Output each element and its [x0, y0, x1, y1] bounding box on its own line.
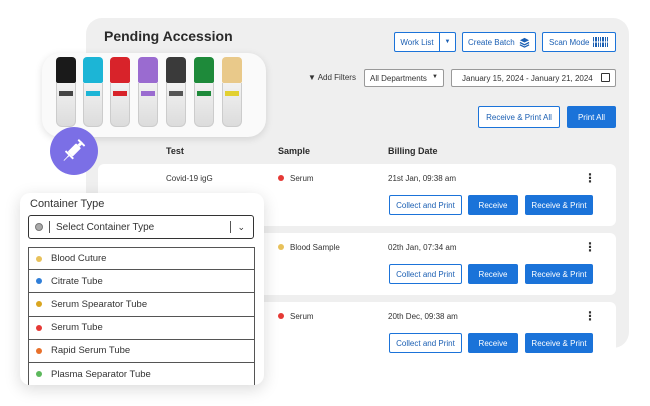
container-type-options: Blood Cuture Citrate Tube Serum Spearato… — [28, 247, 255, 385]
add-filters-label: Add Filters — [317, 73, 356, 82]
divider — [230, 221, 232, 233]
billing-date: 20th Dec, 09:38 am — [388, 312, 458, 321]
test-name: Covid-19 igG — [166, 174, 213, 183]
create-batch-label: Create Batch — [468, 37, 515, 47]
sample-color-dot — [278, 175, 284, 181]
create-batch-button[interactable]: Create Batch — [462, 32, 536, 52]
sample-color-dot — [278, 313, 284, 319]
container-type-card: Container Type Select Container Type ⌄ B… — [20, 193, 264, 385]
divider — [49, 221, 50, 233]
container-option-plasma-separator-tube[interactable]: Plasma Separator Tube — [28, 362, 255, 385]
billing-date: 21st Jan, 09:38 am — [388, 174, 457, 183]
collect-and-print-button[interactable]: Collect and Print — [389, 264, 462, 284]
layers-icon — [519, 37, 530, 48]
sample-label: Serum — [290, 174, 314, 183]
container-option-serum-tube[interactable]: Serum Tube — [28, 316, 255, 340]
option-label: Blood Cuture — [51, 253, 107, 265]
receive-print-button[interactable]: Receive & Print — [525, 264, 593, 284]
color-dot-icon — [36, 278, 42, 285]
receive-print-all-button[interactable]: Receive & Print All — [478, 106, 560, 128]
sample-type: Serum — [278, 312, 314, 321]
container-option-serum-separator-tube[interactable]: Serum Spearator Tube — [28, 293, 255, 317]
barcode-icon — [593, 37, 609, 47]
collect-and-print-button[interactable]: Collect and Print — [389, 333, 462, 353]
option-label: Serum Tube — [51, 322, 103, 334]
collect-and-print-button[interactable]: Collect and Print — [389, 195, 462, 215]
color-dot-icon — [36, 347, 42, 354]
container-option-citrate-tube[interactable]: Citrate Tube — [28, 270, 255, 294]
more-options-icon[interactable]: ⋮ — [584, 310, 596, 322]
syringe-icon — [50, 127, 98, 175]
color-dot-icon — [36, 255, 42, 262]
option-label: Serum Spearator Tube — [51, 298, 148, 310]
sample-color-dot — [278, 244, 284, 250]
color-dot-icon — [36, 324, 42, 331]
more-options-icon[interactable]: ⋮ — [584, 172, 596, 184]
receive-print-button[interactable]: Receive & Print — [525, 333, 593, 353]
column-header-test: Test — [166, 146, 184, 156]
date-range-picker[interactable]: January 15, 2024 - January 21, 2024 — [451, 69, 616, 87]
work-list-button[interactable]: Work List ▼ — [394, 32, 456, 52]
receive-button[interactable]: Receive — [468, 195, 518, 215]
department-value: All Departments — [370, 73, 427, 83]
page-title: Pending Accession — [104, 28, 233, 44]
add-filters-button[interactable]: ▼ Add Filters — [308, 73, 356, 82]
option-label: Citrate Tube — [51, 275, 103, 287]
chevron-down-icon: ▼ — [432, 74, 438, 80]
work-list-label: Work List — [395, 33, 440, 51]
department-select[interactable]: All Departments ▼ — [364, 69, 444, 87]
container-type-label: Container Type — [30, 198, 105, 210]
more-options-icon[interactable]: ⋮ — [584, 241, 596, 253]
billing-date: 02th Jan, 07:34 am — [388, 243, 457, 252]
receive-button[interactable]: Receive — [468, 333, 518, 353]
date-range-value: January 15, 2024 - January 21, 2024 — [462, 73, 593, 83]
container-type-placeholder: Select Container Type — [56, 221, 155, 233]
receive-print-button[interactable]: Receive & Print — [525, 195, 593, 215]
chevron-down-icon[interactable]: ⌄ — [237, 222, 245, 233]
calendar-icon — [601, 73, 610, 82]
receive-button[interactable]: Receive — [468, 264, 518, 284]
color-dot-icon — [35, 223, 43, 231]
sample-type: Serum — [278, 174, 314, 183]
color-dot-icon — [36, 371, 42, 378]
sample-type: Blood Sample — [278, 243, 340, 252]
column-header-sample: Sample — [278, 146, 311, 156]
container-type-select[interactable]: Select Container Type ⌄ — [28, 215, 254, 239]
print-all-button[interactable]: Print All — [567, 106, 616, 128]
chevron-down-icon[interactable]: ▼ — [440, 33, 455, 51]
container-option-rapid-serum-tube[interactable]: Rapid Serum Tube — [28, 339, 255, 363]
sample-label: Serum — [290, 312, 314, 321]
color-dot-icon — [36, 301, 42, 308]
column-header-billing-date: Billing Date — [388, 146, 438, 156]
test-tubes-image — [42, 53, 266, 137]
sample-label: Blood Sample — [290, 243, 340, 252]
container-option-blood-cuture[interactable]: Blood Cuture — [28, 247, 255, 271]
scan-mode-button[interactable]: Scan Mode — [542, 32, 616, 52]
option-label: Rapid Serum Tube — [51, 345, 131, 357]
option-label: Plasma Separator Tube — [51, 368, 151, 380]
filter-icon: ▼ — [308, 73, 316, 82]
scan-mode-label: Scan Mode — [549, 37, 590, 47]
